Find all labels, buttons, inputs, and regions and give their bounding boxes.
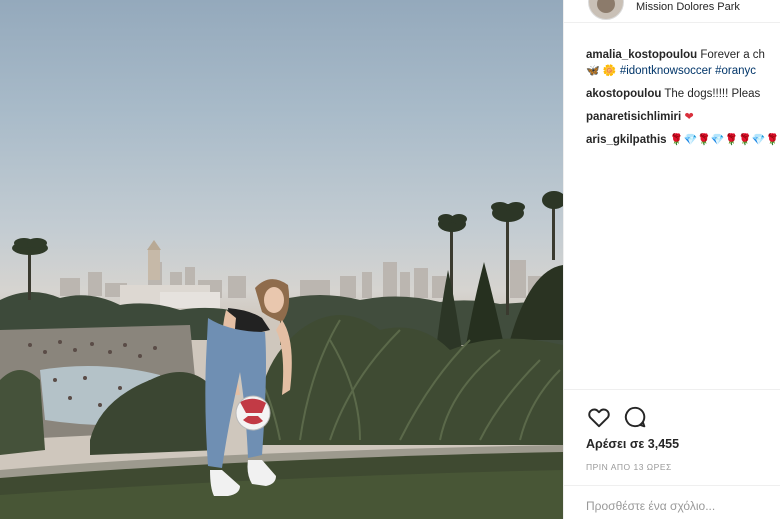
comment-item: aris_gkilpathis 🌹💎🌹💎🌹🌹💎🌹 bbox=[586, 132, 780, 148]
heart-outline-icon bbox=[588, 408, 610, 428]
comment-username[interactable]: panaretisichlimiri bbox=[586, 111, 681, 123]
flower-icon: 🌼 bbox=[602, 64, 617, 77]
hashtag-link[interactable]: #idontknowsoccer bbox=[620, 65, 712, 77]
caption-text: Forever a ch bbox=[700, 49, 765, 61]
comment-username[interactable]: aris_gkilpathis bbox=[586, 134, 667, 146]
location-link[interactable]: Mission Dolores Park bbox=[636, 1, 740, 13]
park-scene-illustration bbox=[0, 191, 563, 519]
butterfly-icon: 🦋 bbox=[586, 64, 600, 77]
divider bbox=[564, 485, 780, 486]
avatar[interactable] bbox=[588, 0, 624, 20]
like-button[interactable] bbox=[586, 404, 612, 430]
post-header: Mission Dolores Park bbox=[564, 0, 780, 23]
comment-item: akostopoulou The dogs!!!!! Pleas bbox=[586, 86, 780, 102]
post-photo[interactable] bbox=[0, 0, 563, 519]
comment-item: panaretisichlimiri ❤ bbox=[586, 109, 780, 125]
comment-text: The dogs!!!!! Pleas bbox=[664, 88, 761, 100]
comment-button[interactable] bbox=[622, 404, 648, 430]
rose-diamond-emoji-string: 🌹💎🌹💎🌹🌹💎🌹 bbox=[669, 133, 780, 146]
add-comment-input[interactable]: Προσθέστε ένα σχόλιο... bbox=[586, 499, 715, 513]
comment-username[interactable]: akostopoulou bbox=[586, 88, 661, 100]
speech-bubble-icon bbox=[624, 406, 646, 428]
caption: amalia_kostopoulou Forever a ch 🦋 🌼 #ido… bbox=[586, 47, 780, 79]
hashtag-link[interactable]: #oranyc bbox=[715, 65, 756, 77]
likes-count[interactable]: Αρέσει σε 3,455 bbox=[586, 437, 679, 451]
comments-list: amalia_kostopoulou Forever a ch 🦋 🌼 #ido… bbox=[586, 47, 780, 155]
divider bbox=[564, 389, 780, 390]
post-side-panel: Mission Dolores Park amalia_kostopoulou … bbox=[563, 0, 780, 519]
red-heart-icon: ❤ bbox=[684, 110, 694, 123]
caption-username[interactable]: amalia_kostopoulou bbox=[586, 49, 697, 61]
post-timestamp: ΠΡΙΝ ΑΠΟ 13 ΩΡΕΣ bbox=[586, 462, 672, 472]
